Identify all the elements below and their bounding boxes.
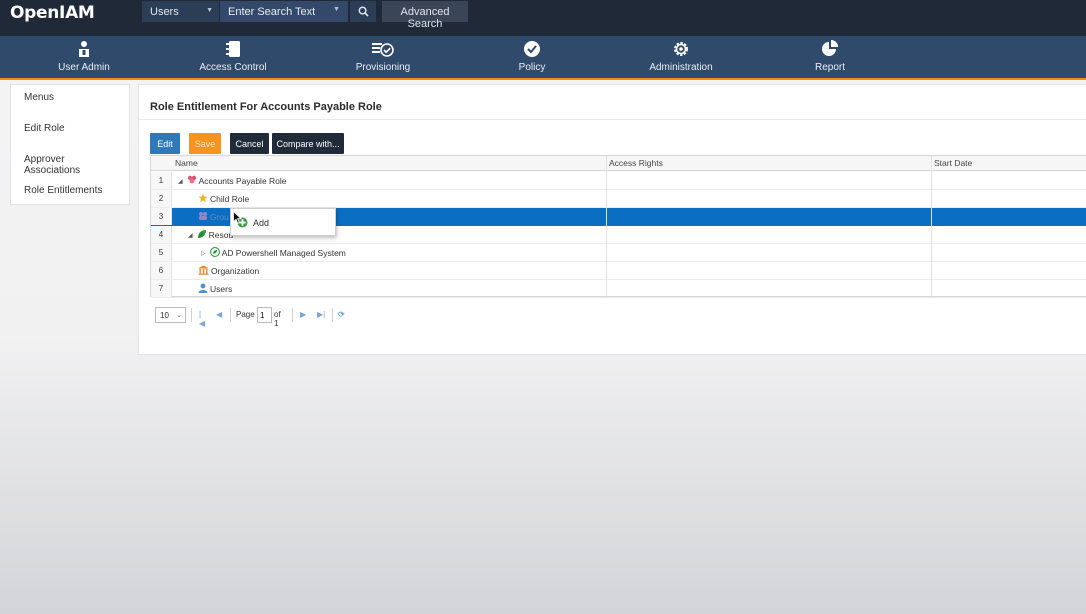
column-header-access-rights[interactable]: Access Rights — [609, 158, 663, 168]
nav-label: Policy — [518, 62, 546, 73]
role-icon — [187, 176, 196, 184]
expand-triangle-icon[interactable]: ◢ — [188, 233, 193, 239]
table-row[interactable]: 7 Users — [151, 280, 1086, 298]
row-name: AD Powershell Managed System — [221, 248, 346, 258]
search-type-value: Users — [150, 6, 179, 18]
expand-triangle-icon[interactable]: ▷ — [201, 251, 206, 257]
context-menu: Add — [230, 208, 336, 236]
top-bar: OpenIAM Users ▼ ▼ Advanced Search — [0, 0, 1086, 36]
refresh-icon[interactable]: ⟳ — [338, 310, 345, 319]
page-size-select[interactable]: 10 ⌄ — [155, 307, 186, 323]
page-of-label: of 1 — [274, 310, 281, 328]
table-row[interactable]: 6 Organization — [151, 262, 1086, 280]
page-label: Page — [236, 310, 255, 319]
organization-icon — [198, 265, 209, 275]
nav-report[interactable]: Report — [770, 36, 890, 80]
side-item-menus[interactable]: Menus — [11, 85, 129, 116]
search-icon — [358, 6, 369, 17]
provisioning-icon — [372, 43, 394, 57]
context-menu-add-label: Add — [253, 218, 270, 228]
row-name: Child Role — [210, 194, 250, 204]
first-page-icon[interactable]: |◀ — [199, 310, 205, 328]
side-item-role-entitlements[interactable]: Role Entitlements — [11, 178, 129, 209]
cancel-button[interactable]: Cancel — [230, 133, 269, 154]
column-divider — [931, 156, 932, 298]
pager-divider — [191, 308, 192, 322]
column-divider — [606, 156, 607, 298]
row-name: Grou — [210, 211, 229, 222]
column-header-name[interactable]: Name — [175, 158, 198, 168]
star-icon — [198, 193, 208, 203]
row-name: Organization — [211, 266, 260, 276]
pager-divider — [332, 308, 333, 322]
prev-page-icon[interactable]: ◀ — [216, 310, 222, 319]
user-admin-icon — [79, 41, 89, 57]
nav-policy[interactable]: Policy — [472, 36, 592, 80]
mouse-cursor-icon — [233, 211, 242, 224]
expand-triangle-icon[interactable]: ◢ — [178, 179, 183, 185]
nav-label: Provisioning — [355, 62, 411, 73]
group-icon — [199, 212, 207, 221]
report-icon — [822, 40, 838, 56]
next-page-icon[interactable]: ▶ — [300, 310, 306, 319]
row-number: 2 — [151, 190, 172, 207]
chevron-down-icon: ▼ — [206, 7, 213, 14]
openiam-logo[interactable]: OpenIAM — [10, 3, 95, 23]
search-type-dropdown[interactable]: Users ▼ — [142, 1, 219, 22]
nav-provisioning[interactable]: Provisioning — [323, 36, 443, 80]
context-menu-add[interactable]: Add — [235, 214, 333, 232]
title-divider — [139, 119, 1086, 120]
nav-administration[interactable]: Administration — [621, 36, 741, 80]
nav-label: User Admin — [58, 62, 110, 73]
pager-divider — [230, 308, 231, 322]
side-menu: Menus Edit Role Approver Associations Ro… — [10, 84, 130, 205]
grid-header: Name Access Rights Start Date — [151, 156, 1086, 171]
row-number: 6 — [151, 262, 172, 279]
access-control-icon — [226, 41, 240, 57]
nav-label: Administration — [649, 62, 713, 73]
side-item-edit-role[interactable]: Edit Role — [11, 116, 129, 147]
edit-button[interactable]: Edit — [150, 133, 180, 154]
row-name: Users — [210, 284, 233, 294]
policy-icon — [524, 41, 540, 57]
nav-access-control[interactable]: Access Control — [173, 36, 293, 80]
gear-icon — [674, 42, 688, 56]
row-number: 3 — [151, 208, 172, 225]
compare-button[interactable]: Compare with... — [272, 133, 344, 154]
nav-label: Access Control — [199, 62, 267, 73]
managed-system-icon — [209, 247, 220, 257]
user-icon — [198, 283, 208, 293]
table-row[interactable]: 1 ◢ Accounts Payable Role — [151, 172, 1086, 190]
page-title: Role Entitlement For Accounts Payable Ro… — [150, 101, 382, 113]
table-row[interactable]: 2 Child Role — [151, 190, 1086, 208]
row-number: 4 — [151, 226, 172, 243]
main-nav: User Admin Access Control Provisioning P… — [0, 36, 1086, 80]
chevron-down-icon[interactable]: ▼ — [333, 6, 340, 13]
nav-label: Report — [814, 62, 845, 73]
save-button[interactable]: Save — [189, 133, 221, 154]
chevron-down-icon: ⌄ — [176, 312, 182, 319]
page-size-value: 10 — [160, 311, 169, 320]
row-number: 5 — [151, 244, 172, 261]
row-name: Accounts Payable Role — [198, 175, 287, 186]
table-row[interactable]: 5 ▷ AD Powershell Managed System — [151, 244, 1086, 262]
search-button[interactable] — [350, 1, 376, 22]
side-item-approver-associations[interactable]: Approver Associations — [11, 147, 129, 178]
page-number-input[interactable] — [257, 307, 272, 323]
column-header-start-date[interactable]: Start Date — [934, 158, 972, 168]
nav-user-admin[interactable]: User Admin — [24, 36, 144, 80]
last-page-icon[interactable]: ▶| — [317, 310, 325, 319]
row-number: 1 — [151, 172, 172, 189]
row-number: 7 — [151, 280, 172, 297]
pager-divider — [292, 308, 293, 322]
resource-leaf-icon — [197, 230, 206, 238]
advanced-search-button[interactable]: Advanced Search — [382, 1, 468, 30]
search-input[interactable] — [220, 1, 348, 22]
